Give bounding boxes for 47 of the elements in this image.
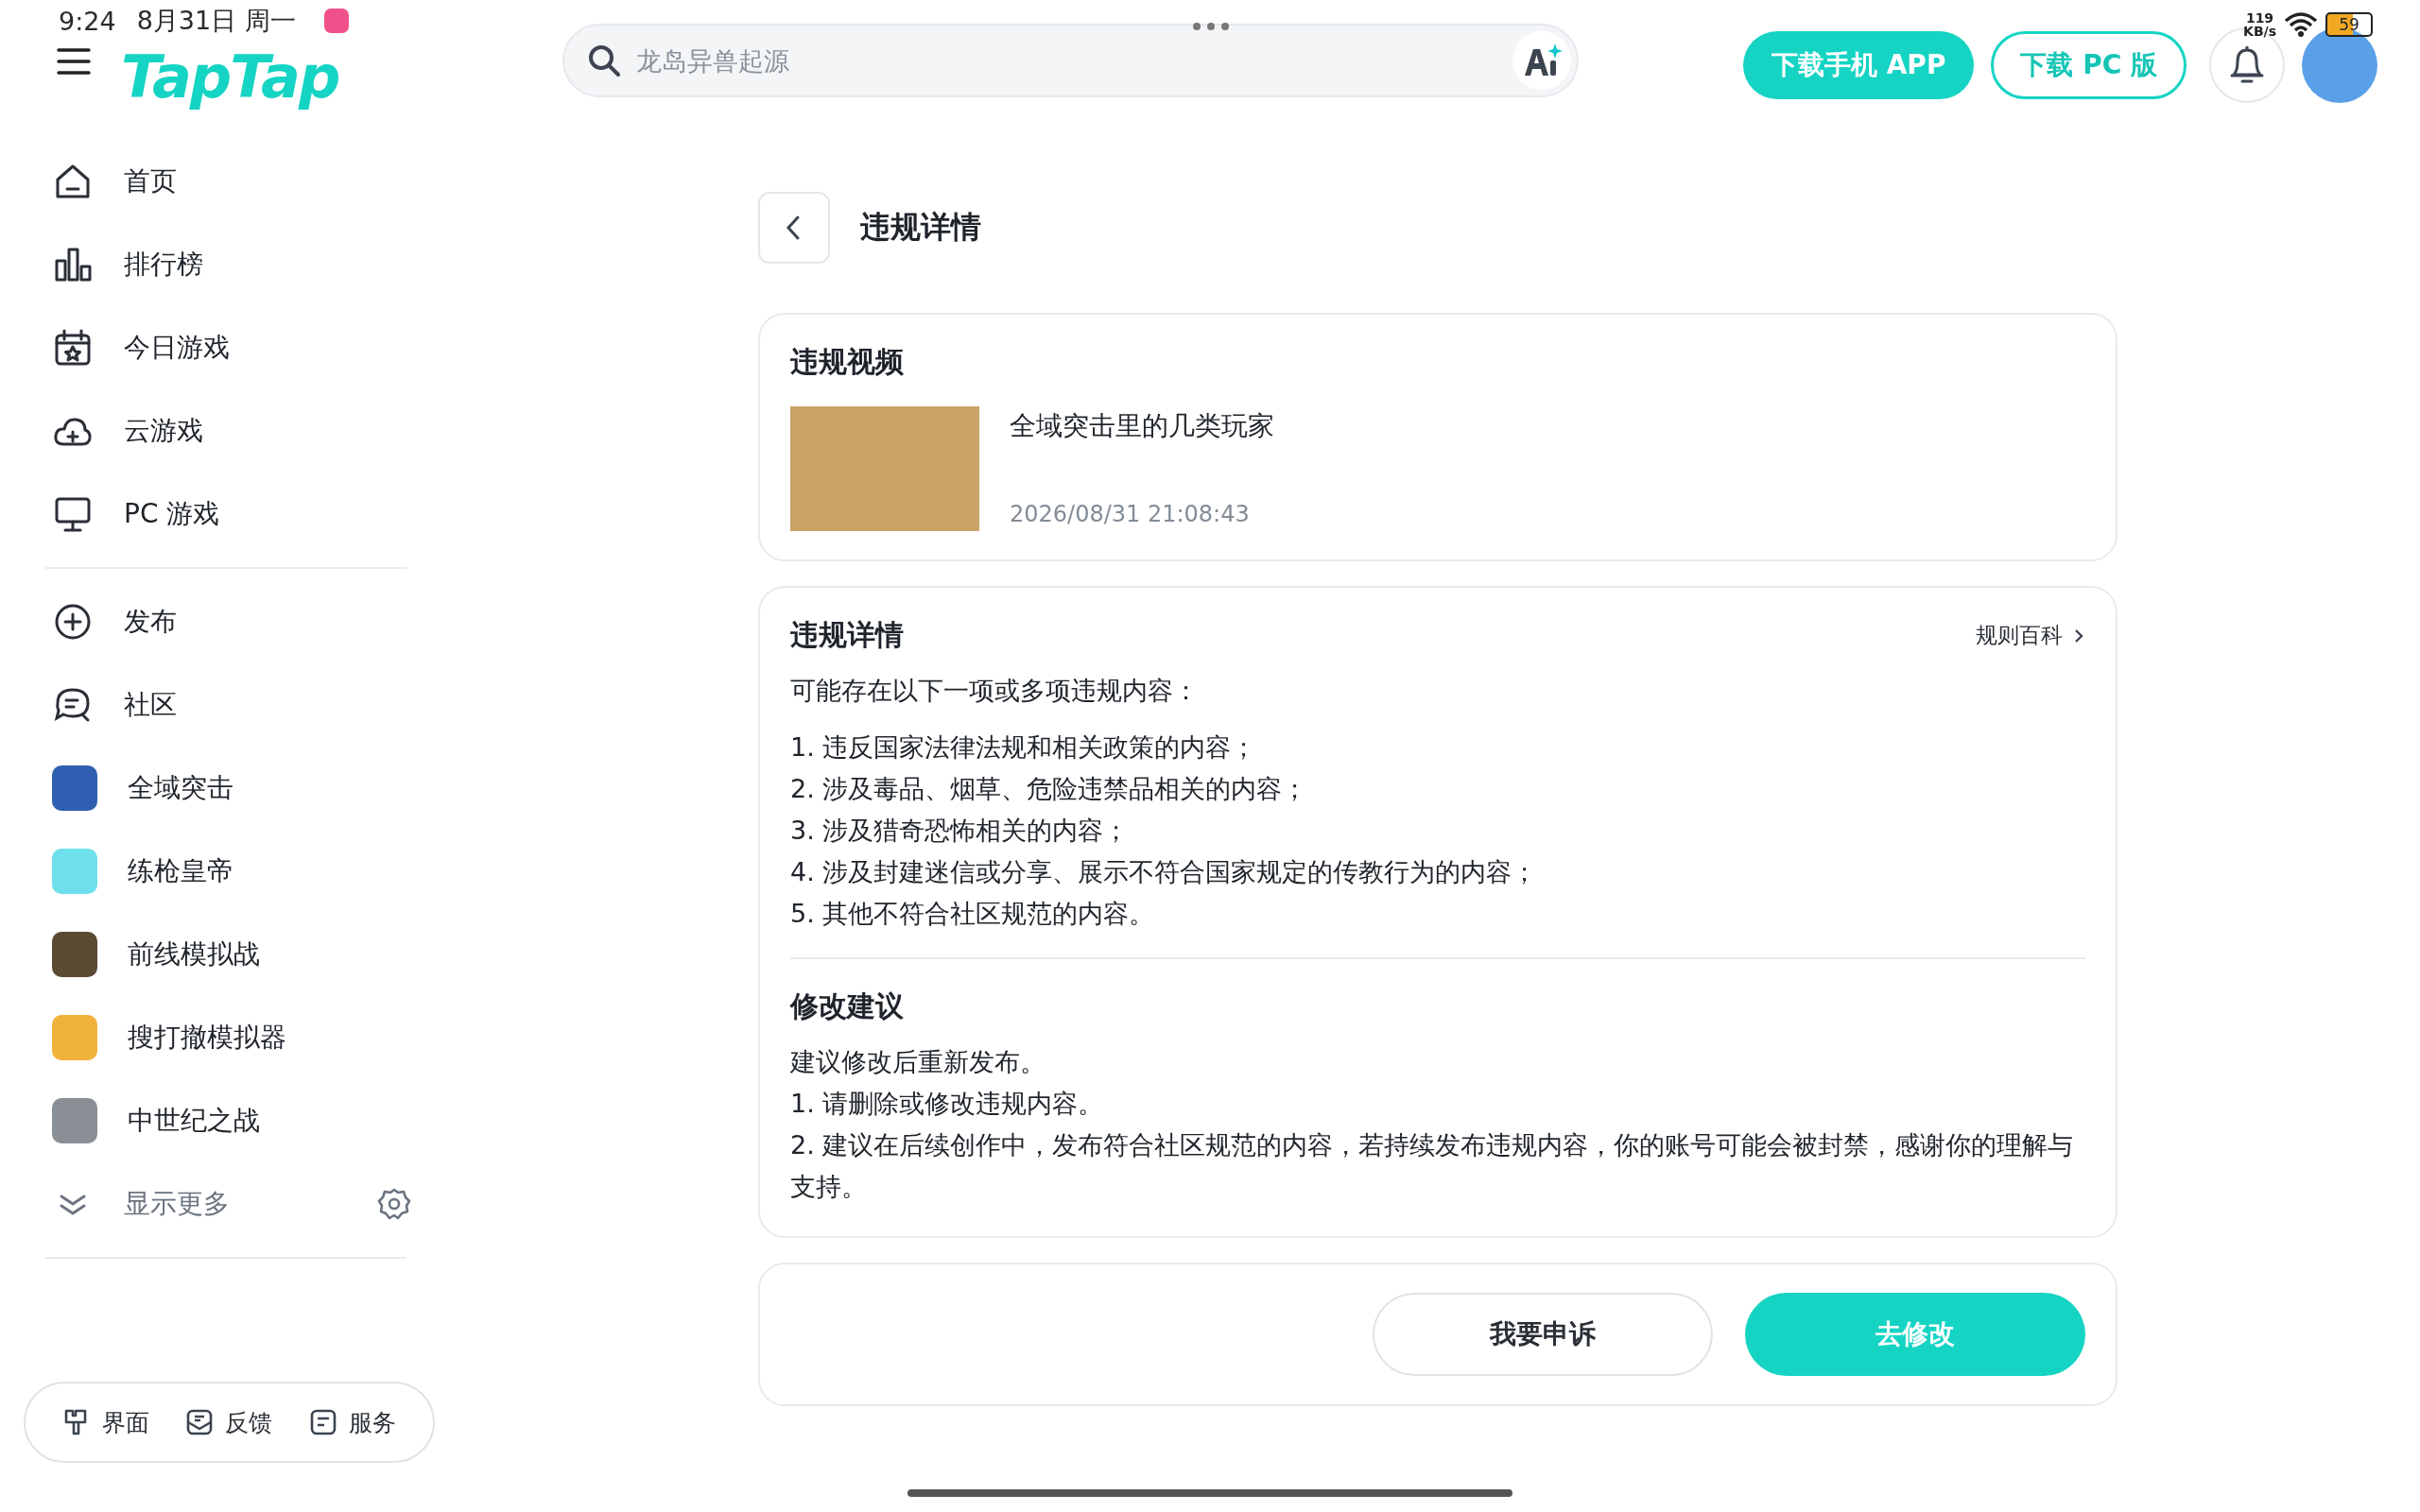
rules-link[interactable]: 规则百科 xyxy=(1976,621,2085,650)
more-dots-icon[interactable] xyxy=(1193,23,1229,30)
intro-text: 可能存在以下一项或多项违规内容： xyxy=(790,675,1200,707)
video-title[interactable]: 全域突击里的几类玩家 xyxy=(1010,406,1274,444)
video-thumbnail[interactable] xyxy=(790,406,979,531)
sidebar-game-item[interactable]: 搜打撤模拟器 xyxy=(52,996,444,1079)
sidebar-game-item[interactable]: 练枪皇帝 xyxy=(52,830,444,913)
section-heading: 违规视频 xyxy=(790,344,905,380)
sidebar-item[interactable]: 发布 xyxy=(52,580,444,663)
wifi-icon xyxy=(2284,11,2318,38)
sidebar-game-item[interactable]: 全域突击 xyxy=(52,747,444,830)
violation-item: 5. 其他不符合社区规范的内容。 xyxy=(790,898,1156,930)
sidebar-game-item[interactable]: 前线模拟战 xyxy=(52,913,444,996)
document-icon xyxy=(308,1408,337,1436)
sidebar-item[interactable]: 首页 xyxy=(52,140,444,223)
status-time: 9:24 xyxy=(59,6,116,36)
video-timestamp: 2026/08/31 21:08:43 xyxy=(1010,501,1251,527)
violation-item: 1. 违反国家法律法规和相关政策的内容； xyxy=(790,731,1258,764)
violation-item: 4. 涉及封建迷信或分享、展示不符合国家规定的传教行为的内容； xyxy=(790,856,1539,888)
violation-item: 2. 涉及毒品、烟草、危险违禁品相关的内容； xyxy=(790,773,1309,805)
show-more-link[interactable]: 显示更多 xyxy=(52,1162,411,1246)
sidebar-item[interactable]: 今日游戏 xyxy=(52,306,444,389)
notification-bell-icon[interactable] xyxy=(2209,27,2285,103)
sidebar-item[interactable]: 排行榜 xyxy=(52,223,444,306)
page-title: 违规详情 xyxy=(860,208,981,247)
search-field[interactable]: 龙岛异兽起源 xyxy=(562,24,1579,97)
appeal-button[interactable]: 我要申诉 xyxy=(1373,1293,1713,1376)
advice-text: 1. 请删除或修改违规内容。 xyxy=(790,1088,1105,1120)
sidebar-game-item[interactable]: 中世纪之战 xyxy=(52,1079,444,1162)
advice-text: 建议修改后重新发布。 xyxy=(790,1046,1046,1078)
advice-text: 2. 建议在后续创作中，发布符合社区规范的内容，若持续发布违规内容，你的账号可能会被封禁，感谢你的理解与支持。 xyxy=(790,1129,2075,1203)
network-speed: 119 KB/s xyxy=(2243,11,2276,38)
sidebar-item[interactable]: PC 游戏 xyxy=(52,472,444,556)
settings-icon[interactable] xyxy=(377,1187,411,1221)
section-heading: 违规详情 xyxy=(790,617,904,653)
sidebar-item[interactable]: 云游戏 xyxy=(52,389,444,472)
status-date: 8月31日 周一 xyxy=(136,5,296,37)
app-notification-icon xyxy=(323,9,349,33)
section-heading: 修改建议 xyxy=(790,988,905,1024)
footer-link[interactable]: 反馈 xyxy=(185,1406,273,1438)
search-icon xyxy=(587,43,621,77)
violation-item: 3. 涉及猎奇恐怖相关的内容； xyxy=(790,815,1131,847)
menu-icon[interactable] xyxy=(57,47,91,76)
footer-link[interactable]: 服务 xyxy=(308,1406,396,1438)
sidebar-item[interactable]: 社区 xyxy=(52,663,444,747)
inbox-icon xyxy=(185,1408,215,1436)
footer-link[interactable]: 界面 xyxy=(62,1406,150,1438)
